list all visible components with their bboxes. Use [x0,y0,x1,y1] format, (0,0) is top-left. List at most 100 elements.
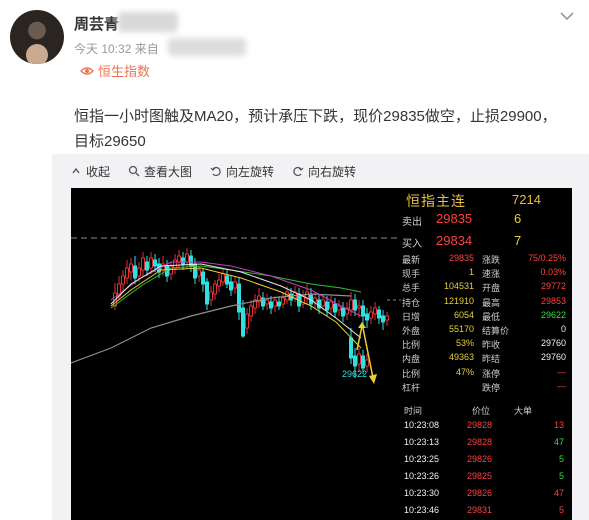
orderbook-label: 卖出 [402,217,422,228]
orderbook-label: 买入 [402,239,422,250]
quote-value: — [557,380,566,391]
quote-label: 日增 [402,311,421,322]
candle-body [237,283,241,313]
candle-body [349,299,353,311]
candle-body [133,265,137,279]
candle-body [365,359,369,367]
quote-value: 104531 [443,281,474,292]
rotate-right-label: 向右旋转 [308,164,357,179]
zoom-icon [128,165,140,177]
quote-row: 内盘 49363 昨结 29760 [400,351,572,365]
candle-body [349,337,353,359]
trading-chart-image[interactable]: 29622 恒指主连 7214 卖出 29835 6 买入 29834 7 最新 29835… [71,188,572,520]
orderbook-row: 卖出 29835 6 [400,209,572,229]
low-price-label: 29622 [342,369,368,379]
quote-label: 涨停 [482,368,501,379]
candle-body [273,299,277,307]
orderbook-price: 29835 [436,211,473,226]
candle-body [137,267,141,277]
candle-body [229,281,233,291]
tick-price: 29831 [467,505,493,515]
quote-value: 53% [455,338,474,349]
avatar[interactable] [10,10,64,64]
redacted-name [118,12,178,32]
tick-row: 10:23:26 29825 5 [400,469,572,486]
tick-volume: 5 [558,471,564,481]
candle-body [365,313,369,321]
quote-value: — [557,366,566,377]
candle-body [205,281,209,305]
tick-time: 10:23:30 [404,488,440,498]
topic-link[interactable]: 恒生指数 [80,61,150,80]
candle-body [313,297,317,303]
candle-body [197,269,201,277]
contract-code: 7214 [512,192,541,207]
tick-header-price: 价位 [472,406,491,416]
quote-label: 外盘 [402,326,421,336]
candle-body [281,297,285,305]
candle-body [185,253,189,263]
candle-body [241,307,245,337]
candle-body [381,315,385,323]
orderbook-volume: 6 [514,211,522,226]
candle-body [325,301,329,311]
candle-body [209,291,213,301]
collapse-icon [72,167,80,174]
quote-row: 外盘 55170 结算价 0 [400,323,572,337]
candle-body [369,311,373,319]
candle-body [121,275,125,285]
candle-body [265,299,269,305]
tick-volume: 47 [553,488,564,498]
candle-body [221,273,225,283]
tick-volume: 5 [558,505,564,515]
tick-row: 10:23:30 29826 47 [400,486,572,503]
tick-price: 29828 [467,420,493,430]
quote-value: 0.03% [540,267,566,278]
tick-row: 10:23:13 29828 47 [400,435,572,452]
collapse-button[interactable]: 收起 [70,163,110,179]
rotate-left-button[interactable]: 向左旋转 [210,163,274,179]
post-meta: 今天 10:32 来自 [74,42,159,56]
view-large-label: 查看大图 [144,164,193,179]
quote-label: 涨跌 [482,255,501,265]
candle-body [277,301,281,307]
candle-body [153,259,157,267]
username[interactable]: 周芸青 [74,13,119,34]
candle-body [361,355,365,369]
quote-value: 55170 [448,324,474,334]
collapse-label: 收起 [86,164,111,179]
tick-time: 10:23:13 [404,437,440,447]
candle-body [377,309,381,319]
quote-label: 速涨 [482,269,501,280]
tick-header-big: 大单 [514,406,533,416]
tick-time: 10:23:46 [404,505,440,515]
quote-value: 29760 [540,352,566,363]
quote-value: 0 [560,324,566,334]
quote-row: 杠杆 跌停 — [400,380,572,394]
rotate-left-icon [210,166,221,177]
quote-row: 比例 47% 涨停 — [400,366,572,380]
redacted-source [168,38,246,56]
candle-body [341,307,345,317]
candle-body [145,261,149,271]
view-large-button[interactable]: 查看大图 [128,163,192,179]
rotate-left-label: 向左旋转 [226,164,275,179]
tick-row: 10:23:08 29828 13 [400,418,572,435]
quote-row: 最新 29835 涨跌 75/0.25% [400,252,572,266]
quote-row: 持仓 121910 最高 29853 [400,295,572,309]
topic-label: 恒生指数 [98,64,151,79]
tick-price: 29828 [467,437,493,447]
candle-body [225,275,229,285]
candle-body [141,257,145,271]
rotate-right-button[interactable]: 向右旋转 [292,163,356,179]
candle-body [385,315,389,321]
chevron-down-icon[interactable] [556,8,578,24]
tick-volume: 47 [553,437,564,447]
quote-value: 29760 [540,338,566,349]
quote-label: 结算价 [482,326,510,336]
quote-value: 49363 [448,352,474,363]
quote-label: 开盘 [482,283,501,294]
candle-body [357,305,361,309]
quote-value: 29622 [540,309,566,320]
tick-row: 10:23:25 29826 5 [400,452,572,469]
